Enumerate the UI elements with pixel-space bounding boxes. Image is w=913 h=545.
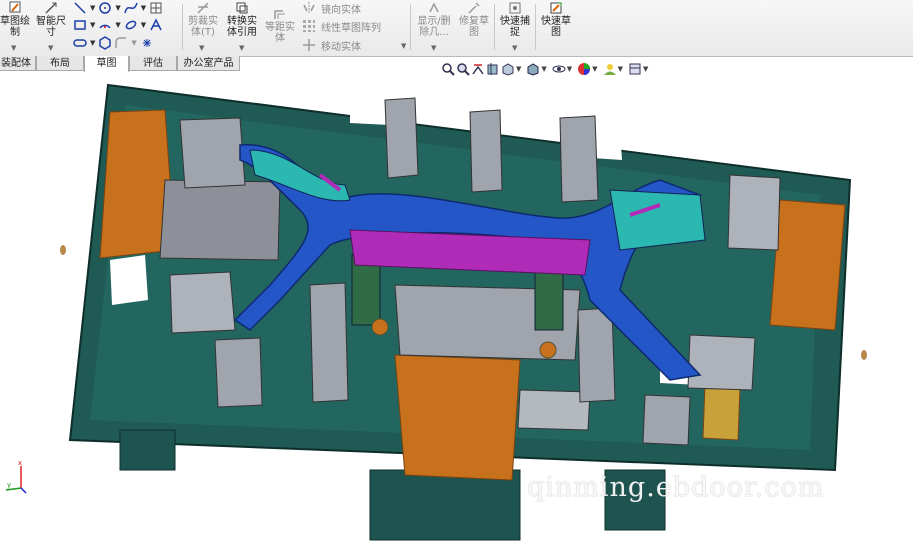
gray-clamp — [469, 109, 503, 193]
gray-clamp — [687, 334, 756, 391]
sketch-pencil-icon — [9, 1, 21, 13]
smart-dimension-button[interactable]: 智能尺 寸 — [34, 1, 68, 38]
base-cutout — [350, 100, 390, 125]
bolt — [861, 350, 867, 360]
move-dropdown-icon[interactable]: ▼ — [401, 42, 406, 50]
quick-snaps-button[interactable]: 快速捕 捉 — [498, 1, 532, 38]
point-icon[interactable] — [140, 36, 154, 50]
mirror-entities-button[interactable]: 镜向实体 — [302, 1, 361, 16]
ellipse-icon[interactable] — [124, 18, 138, 32]
move-entities-button[interactable]: 移动实体 — [302, 38, 361, 53]
offset-entities-button[interactable]: 等距实 体 — [263, 7, 297, 44]
gray-clamp — [384, 97, 419, 179]
sketch-draw-dropdown-icon[interactable]: ▼ — [11, 44, 16, 52]
offset-icon — [274, 10, 285, 19]
dimension-grid-icon[interactable] — [149, 1, 163, 15]
watermark-text: qinming.ebdoor.com — [527, 472, 825, 503]
smart-dimension-label: 智能尺 寸 — [36, 16, 66, 38]
convert-dropdown-icon[interactable]: ▼ — [239, 44, 244, 52]
orange-support-block — [394, 354, 521, 481]
gray-cylinder — [517, 389, 591, 431]
sketch-draw-label: 草图绘 制 — [0, 16, 30, 38]
rectangle-icon[interactable] — [73, 18, 87, 32]
text-icon[interactable] — [149, 18, 163, 32]
trim-entities-label: 剪裁实 体(T) — [188, 16, 218, 38]
fixture-assembly-model[interactable] — [0, 72, 913, 541]
ribbon-separator — [494, 4, 495, 50]
gray-clamp — [309, 282, 349, 403]
convert-entities-button[interactable]: 转换实 体引用 — [224, 1, 260, 38]
repair-sketch-label: 修复草 图 — [459, 16, 489, 38]
move-icon — [303, 39, 315, 51]
linear-pattern-label: 线性草图阵列 — [321, 22, 381, 34]
quick-snaps-label: 快速捕 捉 — [500, 16, 530, 38]
fixture-stand — [369, 469, 521, 541]
arc-icon[interactable] — [98, 18, 112, 32]
convert-entities-label: 转换实 体引用 — [227, 16, 257, 38]
triad-y-label: y — [7, 481, 11, 489]
orange-support-block — [702, 384, 741, 441]
ribbon-separator — [182, 4, 183, 50]
command-manager-ribbon: 草图绘 制 ▼ 智能尺 寸 ▼ ▼ ▼ ▼ ▼ ▼ ▼ ▼ ▼ 剪裁实 体(T)… — [0, 0, 913, 57]
quick-snaps-dropdown-icon[interactable]: ▼ — [512, 44, 517, 52]
tab-office-products[interactable]: 办公室产品 — [177, 56, 240, 71]
orange-pin — [539, 341, 557, 359]
smart-dimension-dropdown-icon[interactable]: ▼ — [48, 44, 53, 52]
spline-icon[interactable] — [124, 1, 138, 15]
tab-evaluate[interactable]: 评估 — [129, 56, 177, 71]
slot-icon[interactable] — [73, 36, 87, 50]
cyan-bracket-part — [609, 189, 706, 251]
line-icon[interactable] — [73, 1, 87, 15]
mirror-icon — [303, 2, 315, 14]
orange-support-block — [769, 199, 846, 331]
sketch-entities-row-3: ▼ ▼ — [73, 36, 156, 50]
sketch-draw-button[interactable]: 草图绘 制 — [0, 1, 30, 38]
gray-clamp — [642, 394, 691, 446]
gray-clamp — [169, 271, 236, 334]
orange-pin — [371, 318, 389, 336]
ribbon-separator — [535, 4, 536, 50]
tab-assembly[interactable]: 装配体 — [0, 56, 36, 71]
gray-clamp — [559, 115, 599, 203]
move-entities-label: 移动实体 — [321, 41, 361, 53]
mirror-entities-label: 镜向实体 — [321, 4, 361, 16]
gray-clamp — [577, 307, 616, 403]
bolt — [60, 245, 66, 255]
rapid-sketch-label: 快速草 图 — [541, 16, 571, 38]
tab-layout[interactable]: 布局 — [36, 56, 84, 71]
coordinate-triad: x y — [5, 459, 27, 494]
triad-x-label: x — [18, 459, 22, 467]
offset-entities-label: 等距实 体 — [265, 22, 295, 44]
graphics-viewport[interactable]: x y qinming.ebdoor.com — [0, 72, 913, 541]
tab-sketch[interactable]: 草图 — [84, 56, 129, 72]
convert-entities-icon — [236, 2, 248, 14]
rapid-sketch-icon — [550, 2, 562, 14]
relations-dropdown-icon[interactable]: ▼ — [431, 44, 436, 52]
trim-icon — [197, 2, 209, 14]
relations-icon — [429, 2, 439, 13]
gray-clamp — [179, 117, 246, 189]
display-delete-relations-label: 显示/删 除几... — [417, 16, 451, 38]
gray-mount-plate — [159, 179, 281, 261]
sketch-entities-row-1: ▼ ▼ ▼ — [73, 1, 165, 15]
fillet-icon — [115, 37, 127, 48]
linear-pattern-icon — [303, 20, 315, 32]
repair-sketch-button[interactable]: 修复草 图 — [458, 1, 490, 38]
trim-dropdown-icon[interactable]: ▼ — [199, 44, 204, 52]
circle-icon[interactable] — [98, 1, 112, 15]
linear-pattern-button[interactable]: 线性草图阵列 — [302, 19, 381, 34]
gray-clamp — [727, 174, 781, 251]
polygon-icon[interactable] — [98, 36, 112, 50]
trim-entities-button[interactable]: 剪裁实 体(T) — [186, 1, 220, 38]
gray-clamp — [214, 337, 263, 408]
display-delete-relations-button[interactable]: 显示/删 除几... — [414, 1, 454, 38]
fixture-stand — [119, 429, 176, 471]
smart-dimension-icon — [45, 2, 57, 14]
ribbon-separator — [410, 4, 411, 50]
base-cutout — [110, 255, 148, 305]
rapid-sketch-button[interactable]: 快速草 图 — [539, 1, 573, 38]
sketch-entities-row-2: ▼ ▼ ▼ — [73, 18, 165, 32]
quick-snap-icon — [509, 2, 521, 14]
repair-sketch-icon — [468, 2, 480, 14]
